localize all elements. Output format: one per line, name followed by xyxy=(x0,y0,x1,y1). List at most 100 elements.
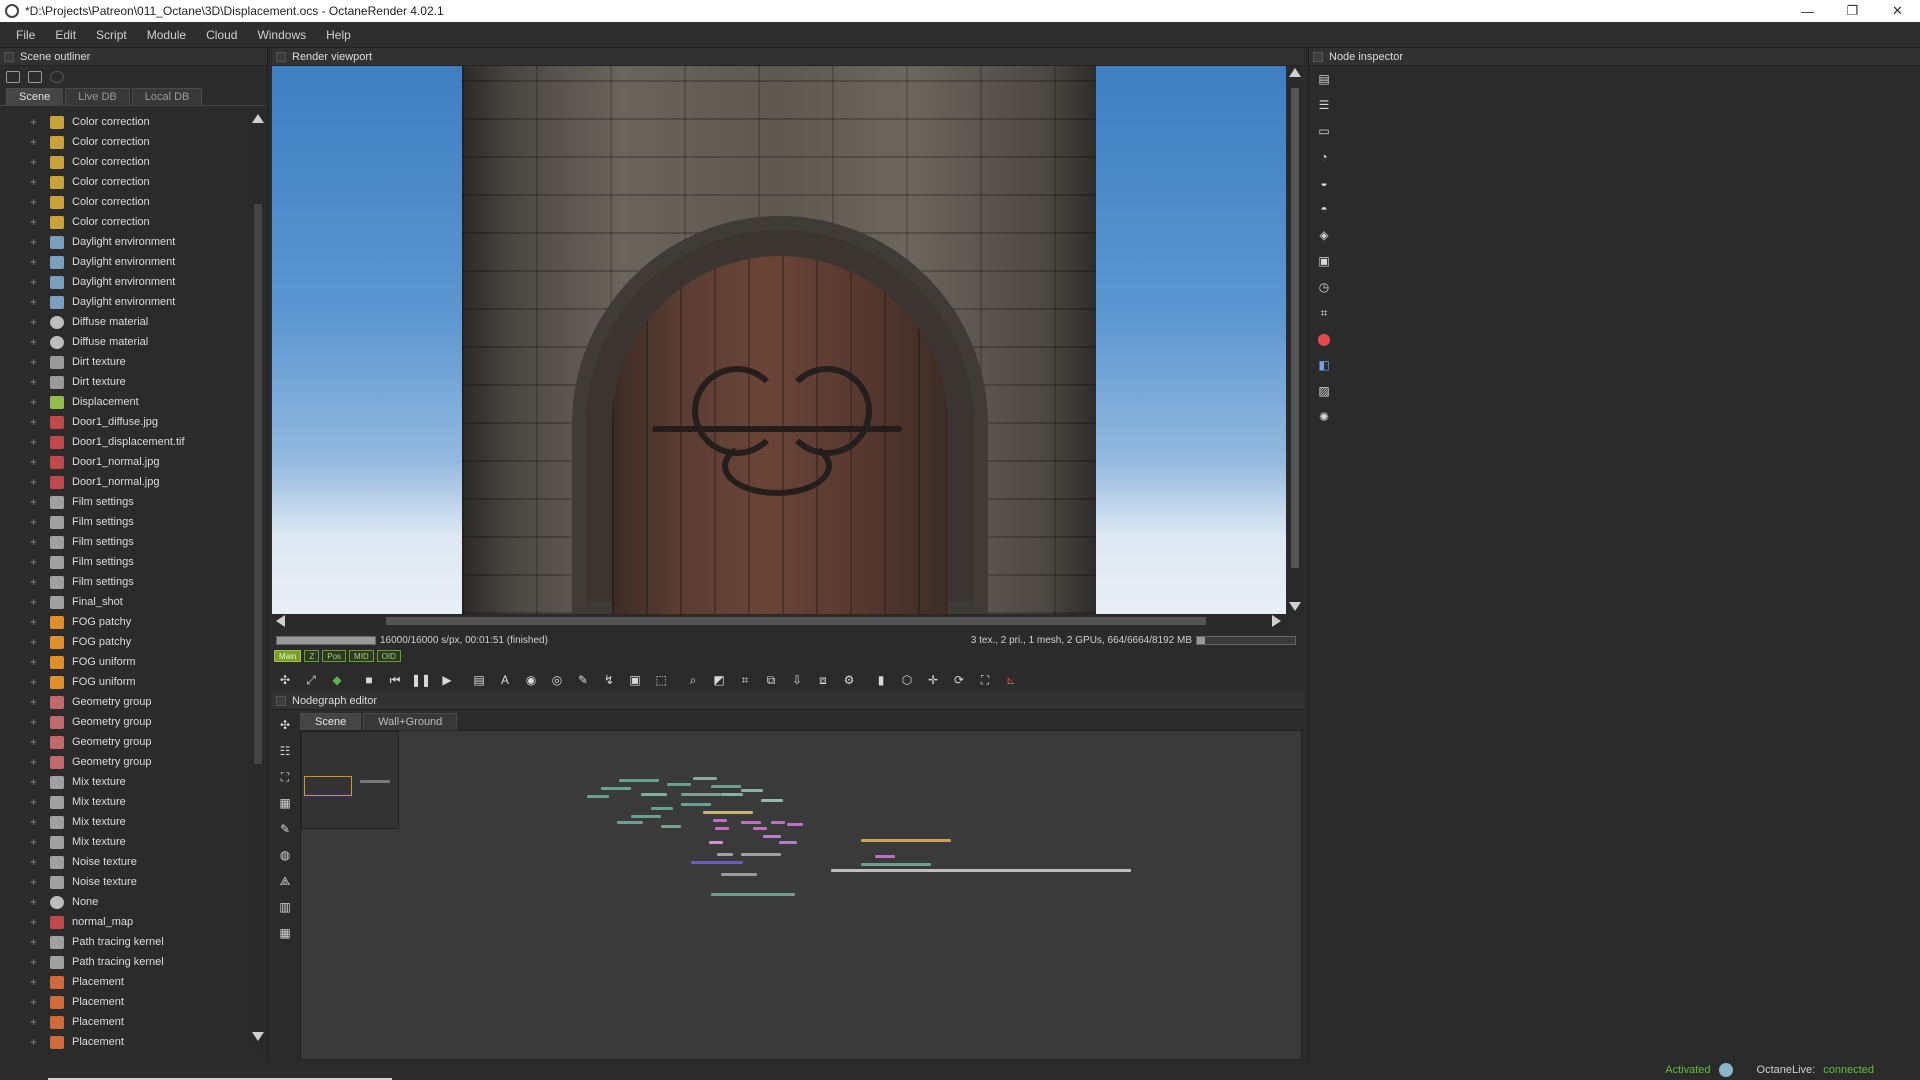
collapse-all-icon[interactable] xyxy=(28,71,42,83)
tree-item[interactable]: + Path tracing kernel xyxy=(0,952,252,972)
graph-node[interactable] xyxy=(691,861,743,864)
scroll-left-icon[interactable] xyxy=(276,615,285,627)
tab-local-db[interactable]: Local DB xyxy=(131,88,203,105)
restart-render-icon[interactable]: ⏮ xyxy=(386,671,404,689)
region-icon[interactable]: ◩ xyxy=(710,671,728,689)
graph-node[interactable] xyxy=(711,893,795,896)
graph-node[interactable] xyxy=(709,841,723,844)
graph-node[interactable] xyxy=(715,827,729,830)
viewport-box-icon[interactable]: ⬡ xyxy=(898,671,916,689)
panel-grip-icon[interactable] xyxy=(276,51,286,62)
stop-render-icon[interactable]: ■ xyxy=(360,671,378,689)
expand-plus-icon[interactable]: + xyxy=(30,535,40,549)
tree-item[interactable]: + Film settings xyxy=(0,532,252,552)
chip-z[interactable]: Z xyxy=(304,650,320,662)
post-processing-icon[interactable]: ▨ xyxy=(1315,382,1333,400)
pause-render-icon[interactable]: ❚❚ xyxy=(411,671,431,689)
outliner-scroll-thumb[interactable] xyxy=(254,204,262,764)
viewport-horizontal-scrollbar[interactable] xyxy=(272,614,1286,628)
expand-plus-icon[interactable]: + xyxy=(30,515,40,529)
animation-icon[interactable]: ◷ xyxy=(1315,278,1333,296)
tree-item[interactable]: + Displacement xyxy=(0,392,252,412)
light-icon[interactable]: ✺ xyxy=(1315,408,1333,426)
minimize-button[interactable]: — xyxy=(1785,0,1830,22)
graph-node[interactable] xyxy=(721,873,757,876)
tree-item[interactable]: + Color correction xyxy=(0,192,252,212)
expand-plus-icon[interactable]: + xyxy=(30,235,40,249)
expand-plus-icon[interactable]: + xyxy=(30,895,40,909)
expand-plus-icon[interactable]: + xyxy=(30,415,40,429)
tree-item[interactable]: + Mix texture xyxy=(0,772,252,792)
expand-plus-icon[interactable]: + xyxy=(30,1035,40,1049)
aov-icon[interactable]: A xyxy=(496,671,514,689)
tree-item[interactable]: + Dirt texture xyxy=(0,352,252,372)
tree-item[interactable]: + Final_shot xyxy=(0,592,252,612)
tree-item[interactable]: + Color correction xyxy=(0,212,252,232)
gizmo-icon[interactable]: ⊾ xyxy=(1002,671,1020,689)
graph-node[interactable] xyxy=(761,799,783,802)
graph-node[interactable] xyxy=(753,827,767,830)
graph-node[interactable] xyxy=(651,807,673,810)
expand-inspector-icon[interactable]: ▤ xyxy=(1315,70,1333,88)
chip-pos[interactable]: Pos xyxy=(322,650,347,662)
save-render-icon[interactable]: ⇩ xyxy=(788,671,806,689)
texture-node-icon[interactable]: ◍ xyxy=(276,846,294,864)
tree-item[interactable]: + Daylight environment xyxy=(0,252,252,272)
maximize-button[interactable]: ❐ xyxy=(1830,0,1875,22)
tree-item[interactable]: + None xyxy=(0,892,252,912)
expand-plus-icon[interactable]: + xyxy=(30,155,40,169)
graph-node[interactable] xyxy=(711,785,741,788)
expand-plus-icon[interactable]: + xyxy=(30,495,40,509)
menu-edit[interactable]: Edit xyxy=(45,28,86,42)
chip-oid[interactable]: OID xyxy=(376,650,401,662)
expand-plus-icon[interactable]: + xyxy=(30,135,40,149)
graph-node[interactable] xyxy=(741,853,781,856)
expand-plus-icon[interactable]: + xyxy=(30,375,40,389)
graph-node[interactable] xyxy=(779,841,797,844)
copy-to-clipboard-icon[interactable]: ⧉ xyxy=(762,671,780,689)
expand-plus-icon[interactable]: + xyxy=(30,975,40,989)
expand-plus-icon[interactable]: + xyxy=(30,995,40,1009)
expand-plus-icon[interactable]: + xyxy=(30,875,40,889)
material-picker-icon[interactable]: ▣ xyxy=(626,671,644,689)
white-balance-icon[interactable]: ↯ xyxy=(600,671,618,689)
graph-node[interactable] xyxy=(667,783,691,786)
tree-item[interactable]: + Door1_displacement.tif xyxy=(0,432,252,452)
expand-plus-icon[interactable]: + xyxy=(30,575,40,589)
panel-grip-icon[interactable] xyxy=(4,51,14,62)
tree-item[interactable]: + Geometry group xyxy=(0,752,252,772)
graph-node[interactable] xyxy=(763,835,781,838)
graph-node[interactable] xyxy=(721,793,743,796)
menu-help[interactable]: Help xyxy=(316,28,361,42)
expand-plus-icon[interactable]: + xyxy=(30,355,40,369)
minimap-visible-area[interactable] xyxy=(304,776,352,796)
close-button[interactable]: ✕ xyxy=(1875,0,1920,22)
nodegraph-minimap[interactable] xyxy=(301,731,399,829)
expand-plus-icon[interactable]: + xyxy=(30,175,40,189)
graph-node[interactable] xyxy=(787,823,803,826)
expand-plus-icon[interactable]: + xyxy=(30,695,40,709)
geometry-node-icon[interactable]: ⟁ xyxy=(276,872,294,890)
tree-item[interactable]: + Placement xyxy=(0,1012,252,1032)
outliner-scrollbar[interactable] xyxy=(252,112,264,1052)
expand-plus-icon[interactable]: + xyxy=(30,215,40,229)
settings-icon[interactable]: ⚙ xyxy=(840,671,858,689)
tree-item[interactable]: + FOG uniform xyxy=(0,652,252,672)
expand-plus-icon[interactable]: + xyxy=(30,755,40,769)
environment-icon[interactable]: ◒ xyxy=(1315,174,1333,192)
tree-item[interactable]: + FOG patchy xyxy=(0,632,252,652)
fullscreen-icon[interactable]: ⛶ xyxy=(976,671,994,689)
kernel-icon[interactable]: ⌗ xyxy=(1315,304,1333,322)
scroll-up-icon[interactable] xyxy=(1289,68,1301,77)
graph-node[interactable] xyxy=(713,819,727,822)
render-image[interactable] xyxy=(272,66,1286,614)
graph-node[interactable] xyxy=(641,793,667,796)
expand-plus-icon[interactable]: + xyxy=(30,455,40,469)
expand-plus-icon[interactable]: + xyxy=(30,195,40,209)
graph-node[interactable] xyxy=(681,803,711,806)
tree-item[interactable]: + Mix texture xyxy=(0,832,252,852)
layout-nodes-icon[interactable]: ☷ xyxy=(276,742,294,760)
graph-node[interactable] xyxy=(681,793,721,796)
chip-main[interactable]: Main xyxy=(274,650,302,662)
tab-live-db[interactable]: Live DB xyxy=(65,88,130,105)
